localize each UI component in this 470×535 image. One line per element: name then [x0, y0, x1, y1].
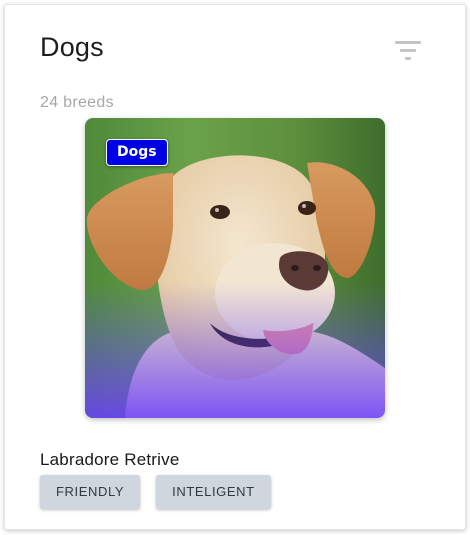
- breed-count: 24 breeds: [40, 94, 114, 111]
- tag-list: FRIENDLY INTELIGENT: [40, 475, 271, 509]
- filter-list-icon: [395, 41, 421, 60]
- filter-button[interactable]: [394, 38, 424, 64]
- breed-card: Dogs 24 breeds Dogs Labradore Retrive FR…: [4, 4, 466, 530]
- tag-chip-friendly[interactable]: FRIENDLY: [40, 475, 141, 509]
- breed-photo[interactable]: Dogs: [85, 118, 385, 418]
- tag-chip-inteligent[interactable]: INTELIGENT: [156, 475, 271, 509]
- card-title: Dogs: [40, 32, 104, 62]
- category-badge[interactable]: Dogs: [106, 139, 168, 166]
- breed-name: Labradore Retrive: [40, 450, 180, 469]
